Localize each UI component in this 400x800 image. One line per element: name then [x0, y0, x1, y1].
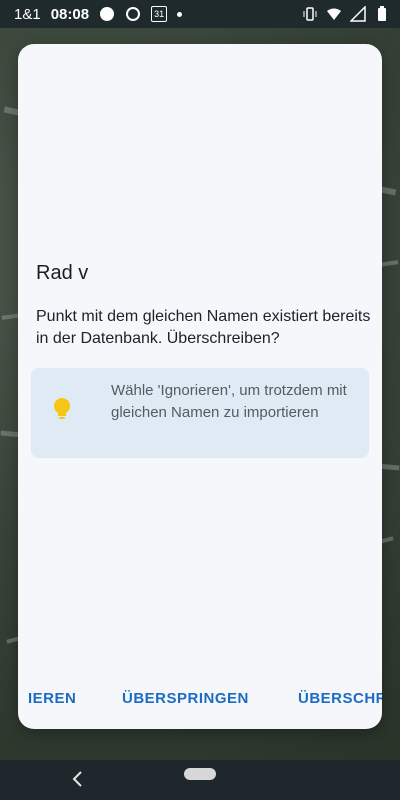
- hint-box: Wähle 'Ignorieren', um trotzdem mit glei…: [31, 368, 369, 458]
- sync-icon: [125, 6, 141, 22]
- clock: 08:08: [50, 5, 90, 23]
- more-notifications-dot: [177, 11, 183, 17]
- signal-icon: [350, 6, 366, 22]
- navigation-bar: [0, 760, 400, 800]
- status-bar: 1&1 08:08 31: [0, 0, 400, 28]
- skip-button[interactable]: ÜBERSPRINGEN: [122, 690, 249, 707]
- wifi-icon: [326, 6, 342, 22]
- battery-icon: [374, 6, 390, 22]
- vibrate-icon: [302, 6, 318, 22]
- dialog-title: Rad v: [36, 262, 89, 284]
- lightbulb-icon: [51, 396, 73, 422]
- home-pill[interactable]: [184, 768, 216, 780]
- ignore-button[interactable]: IEREN: [28, 690, 76, 707]
- calendar-day: 31: [154, 9, 165, 19]
- dialog-actions: IEREN ÜBERSPRINGEN ÜBERSCHR: [18, 684, 382, 714]
- hint-text: Wähle 'Ignorieren', um trotzdem mit glei…: [111, 382, 347, 421]
- calendar-icon: 31: [151, 6, 168, 22]
- duplicate-point-dialog: Rad v Punkt mit dem gleichen Namen exist…: [18, 44, 382, 729]
- app-notification-icon: [99, 6, 115, 22]
- back-icon[interactable]: [70, 768, 86, 790]
- dialog-message: Punkt mit dem gleichen Namen existiert b…: [36, 308, 371, 347]
- overwrite-button[interactable]: ÜBERSCHR: [298, 690, 382, 707]
- carrier-label: 1&1: [14, 5, 41, 23]
